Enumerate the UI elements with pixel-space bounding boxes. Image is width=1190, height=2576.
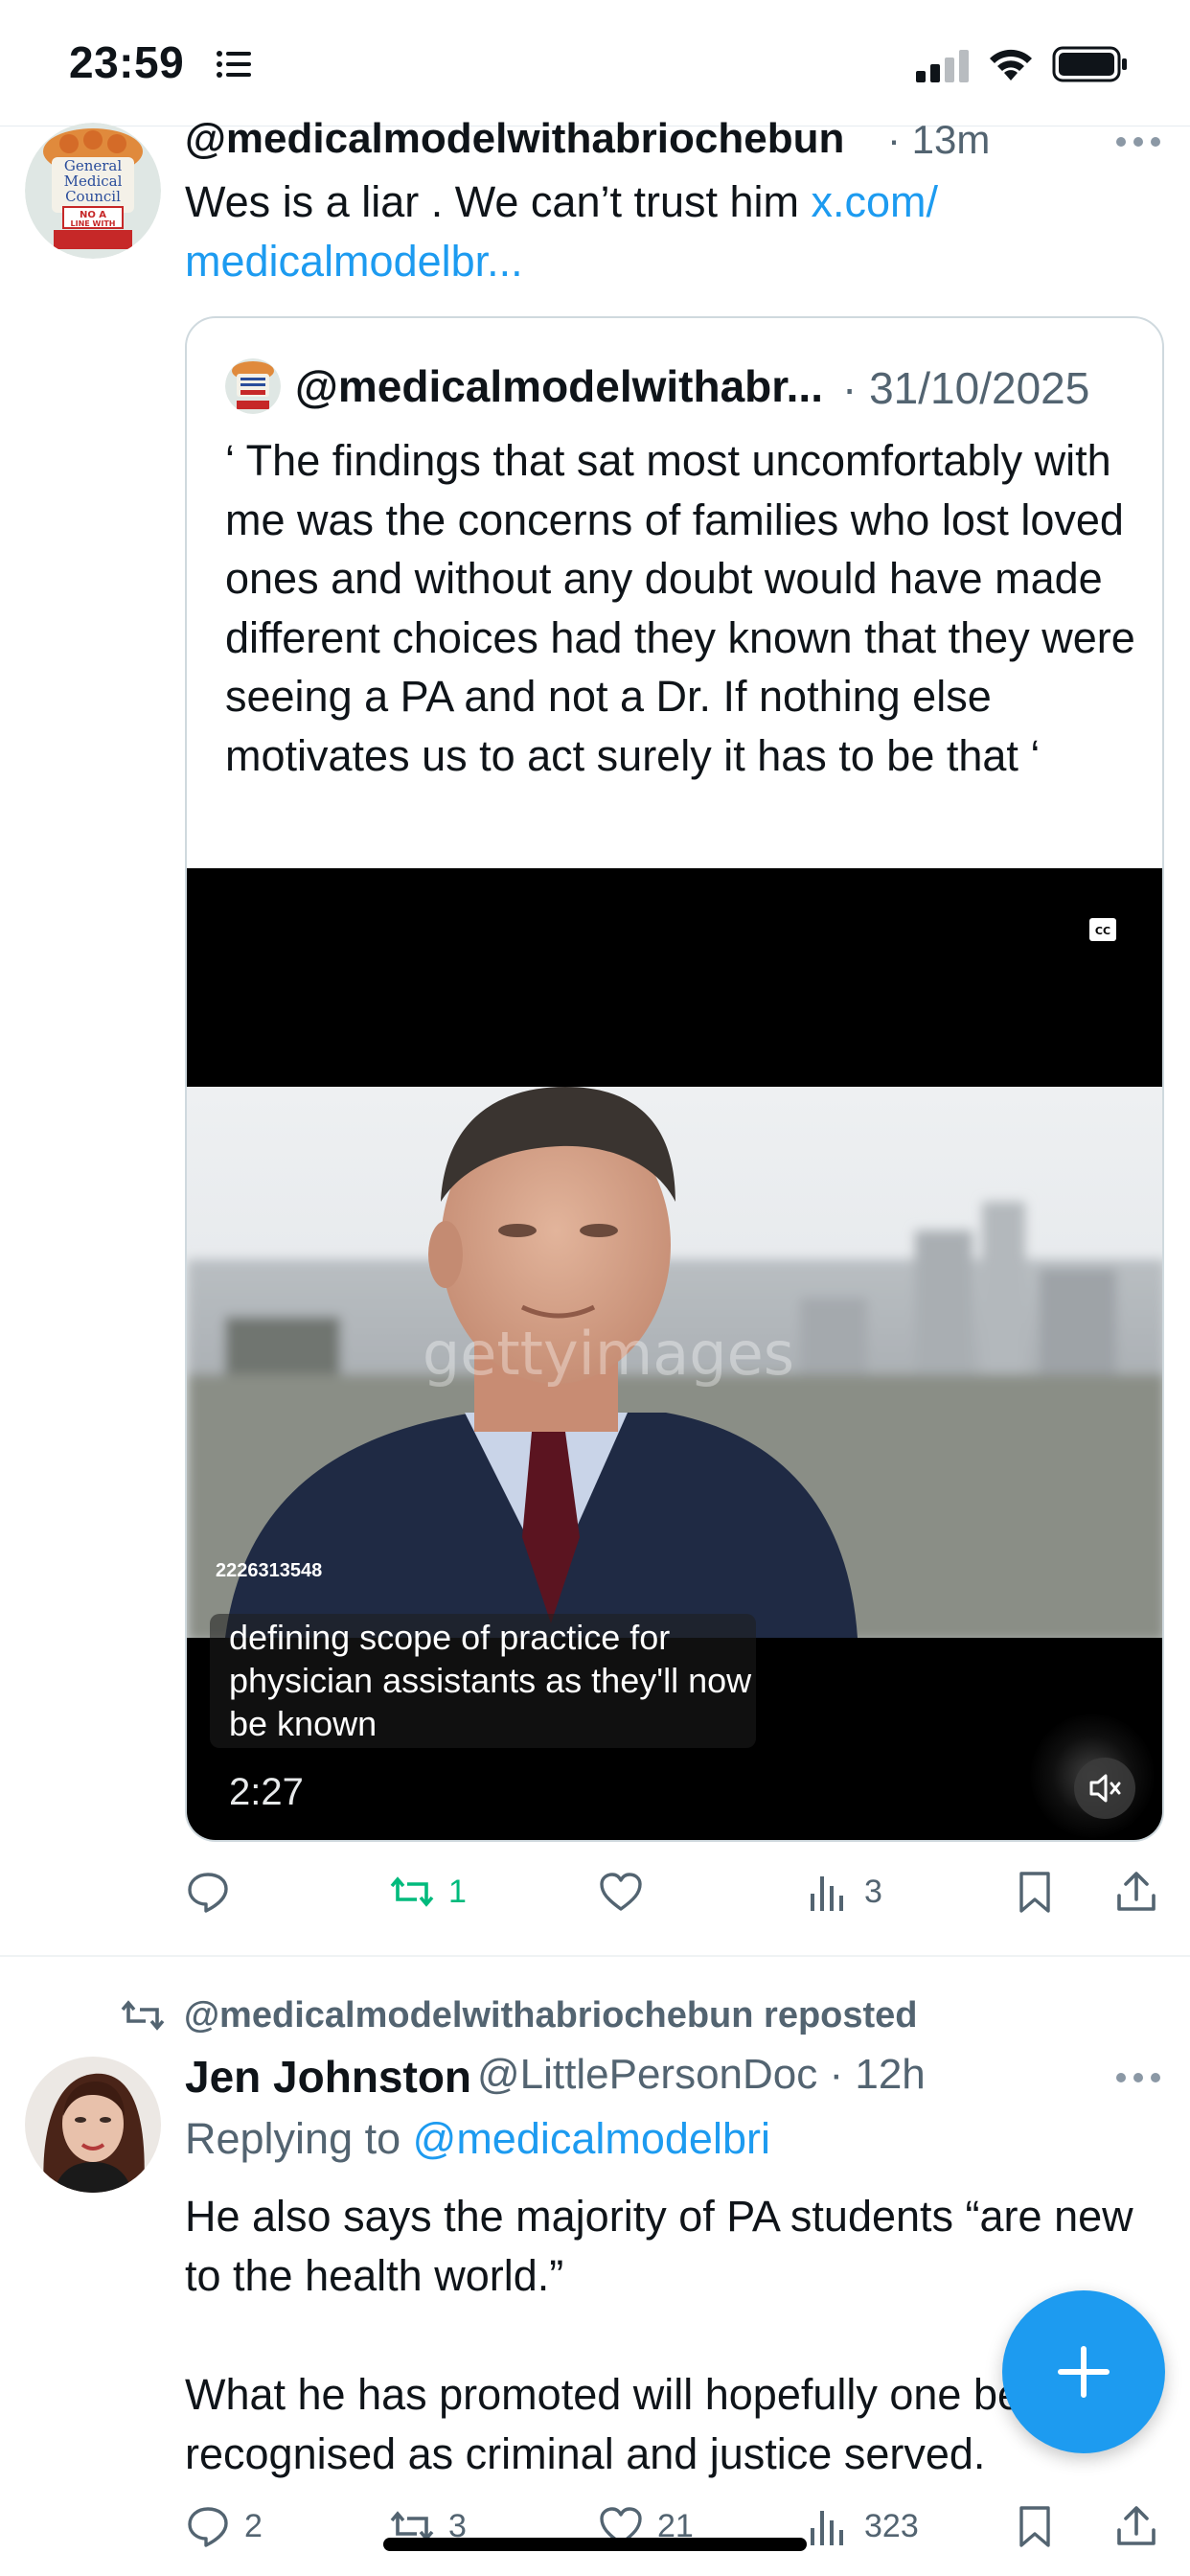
status-bar: 23:59 [0, 0, 1190, 126]
repost-icon [390, 1876, 434, 1907]
jen-johnston-avatar-image [25, 2057, 161, 2193]
repost-count: 1 [448, 1873, 467, 1910]
speaker-muted-icon [1089, 1774, 1121, 1803]
bookmark-icon [1019, 2506, 1050, 2547]
home-indicator[interactable] [383, 2538, 807, 2551]
bookmark-button[interactable] [1012, 1863, 1058, 1920]
reply-button[interactable] [185, 1863, 244, 1920]
status-time: 23:59 [69, 37, 185, 87]
views-chart-icon [811, 1876, 843, 1911]
tweet-paragraph-1: He also says the majority of PA students… [185, 2192, 1133, 2300]
repost-small-icon [121, 2000, 165, 2031]
share-icon [1117, 2506, 1156, 2545]
repost-button[interactable]: 1 [389, 1863, 467, 1920]
share-button[interactable] [1113, 1863, 1159, 1920]
tweet-divider [0, 1955, 1190, 1957]
cellular-signal-icon [916, 50, 969, 82]
replying-to: Replying to @medicalmodelbri [185, 2114, 770, 2164]
tweet-timestamp[interactable]: · 13m [887, 117, 990, 163]
svg-text:Council: Council [65, 188, 121, 205]
plus-icon [1058, 2346, 1110, 2398]
focus-list-icon [217, 51, 251, 78]
more-options-icon[interactable] [1115, 134, 1161, 150]
svg-text:CC: CC [1095, 925, 1110, 937]
replying-to-prefix: Replying to [185, 2114, 413, 2163]
author-handle[interactable]: @medicalmodelwithabriochebun [185, 115, 844, 163]
more-options-icon[interactable] [1115, 2070, 1161, 2085]
video-frame-image: gettyimages [187, 1087, 1162, 1638]
video-frame: gettyimages [187, 1087, 1162, 1638]
battery-icon [1052, 46, 1127, 82]
reply-icon [188, 1873, 228, 1913]
video-image-id: 2226313548 [216, 1560, 323, 1581]
reply-icon [188, 2507, 228, 2547]
quoted-author-handle[interactable]: @medicalmodelwithabr... [295, 360, 823, 412]
author-name[interactable]: Jen Johnston [185, 2051, 471, 2103]
reply-button[interactable]: 2 [185, 2497, 263, 2555]
closed-captions-icon[interactable]: CC [1089, 918, 1116, 941]
gmc-avatar-small-image [225, 358, 281, 414]
share-icon [1117, 1872, 1156, 1911]
gmc-no-confidence-avatar-image: General Medical Council NO A LINE WITH [25, 123, 161, 259]
video-caption: defining scope of practice for physician… [229, 1618, 752, 1743]
quoted-tweet-card[interactable]: @medicalmodelwithabr... · 31/10/2025 ‘ T… [185, 316, 1164, 1842]
author-handle[interactable]: @LittlePersonDoc · 12h [477, 2051, 926, 2099]
bookmark-button[interactable] [1012, 2497, 1058, 2555]
bookmark-icon [1019, 1872, 1050, 1913]
like-button[interactable] [598, 1863, 657, 1920]
views-button[interactable]: 323 [805, 2497, 919, 2555]
tweet-text: Wes is a liar . We can’t trust him x.com… [185, 172, 1028, 291]
views-button[interactable]: 3 [805, 1863, 882, 1920]
svg-text:LINE WITH: LINE WITH [71, 219, 116, 228]
replying-to-link[interactable]: @medicalmodelbri [413, 2114, 770, 2163]
reposted-by[interactable]: @medicalmodelwithabriochebun reposted [121, 1991, 918, 2039]
wifi-icon [990, 49, 1032, 80]
compose-post-button[interactable] [1002, 2290, 1165, 2453]
video-duration: 2:27 [229, 1771, 304, 1813]
reposted-by-label: @medicalmodelwithabriochebun reposted [184, 1994, 918, 2036]
quoted-tweet-text: ‘ The findings that sat most uncomfortab… [225, 436, 1135, 780]
views-count: 323 [864, 2507, 919, 2544]
quoted-tweet-date[interactable]: · 31/10/2025 [842, 362, 1089, 414]
share-button[interactable] [1113, 2497, 1159, 2555]
views-count: 3 [864, 1873, 882, 1910]
tweet-text-body: Wes is a liar . We can’t trust him [185, 177, 812, 226]
mute-button[interactable] [1074, 1758, 1135, 1819]
getty-watermark: gettyimages [423, 1319, 794, 1389]
author-avatar[interactable] [25, 2057, 161, 2193]
views-chart-icon [811, 2511, 843, 2545]
quoted-author-avatar[interactable] [225, 358, 281, 414]
video-player[interactable]: CC gettyimages 2226313548 defining scope… [187, 868, 1162, 1840]
heart-icon [600, 1873, 642, 1911]
reply-count: 2 [244, 2507, 263, 2544]
author-avatar[interactable]: General Medical Council NO A LINE WITH [25, 123, 161, 259]
